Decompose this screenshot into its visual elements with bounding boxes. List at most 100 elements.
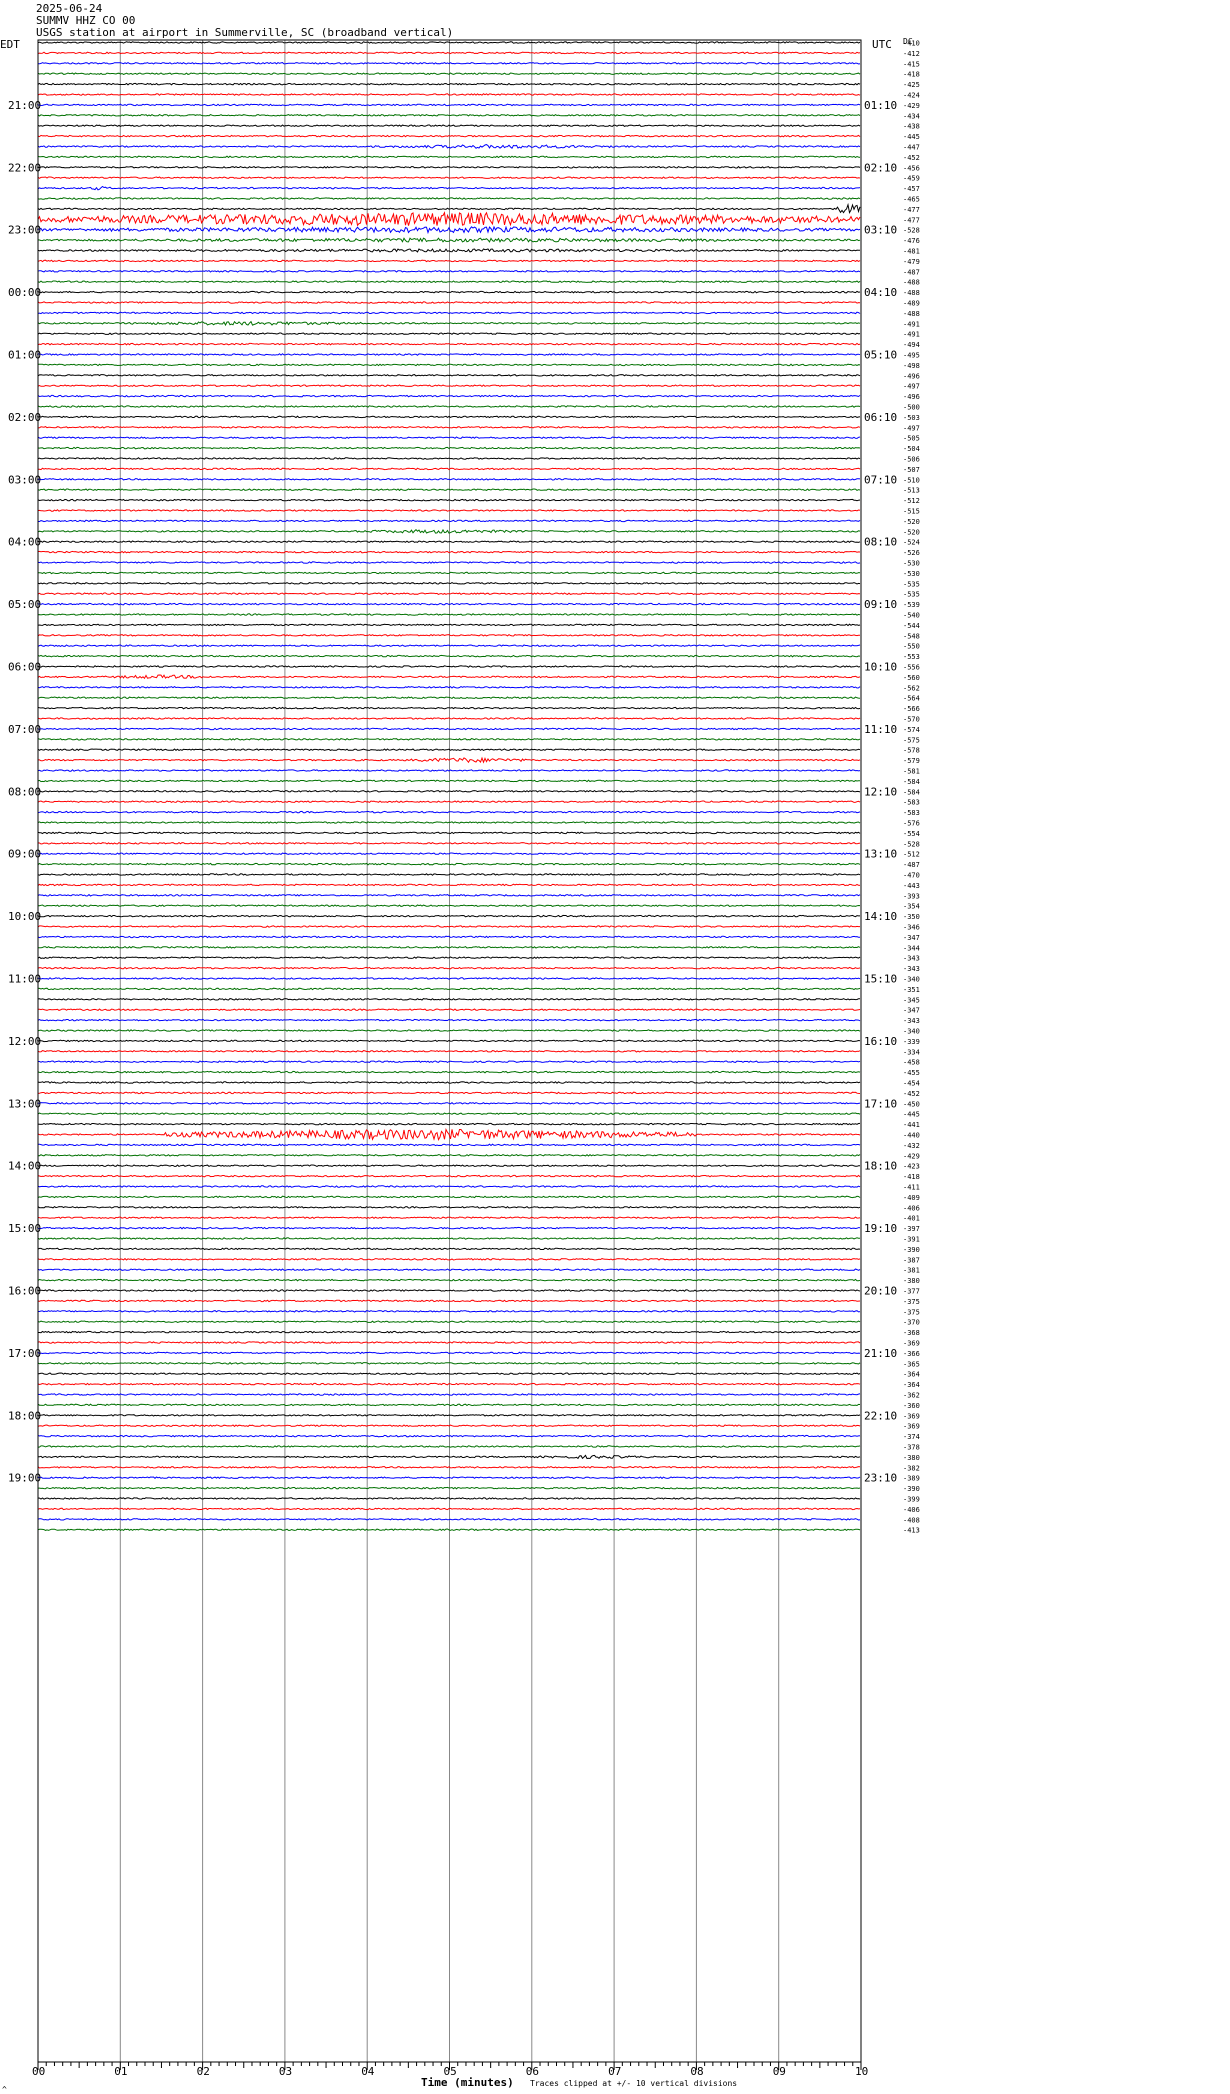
dc-offset-label: -560 bbox=[903, 674, 920, 682]
dc-offset-label: -399 bbox=[903, 1496, 920, 1504]
dc-offset-label: -374 bbox=[903, 1433, 920, 1441]
dc-offset-label: -465 bbox=[903, 196, 920, 204]
dc-offset-label: -364 bbox=[903, 1381, 920, 1389]
dc-offset-label: -583 bbox=[903, 799, 920, 807]
x-tick-label: 03 bbox=[279, 2065, 292, 2078]
dc-offset-label: -351 bbox=[903, 986, 920, 994]
clip-note: Traces clipped at +/- 10 vertical divisi… bbox=[530, 2079, 738, 2088]
left-hour-label: 10:00 bbox=[8, 910, 41, 923]
right-hour-label: 12:10 bbox=[864, 785, 897, 798]
dc-offset-label: -441 bbox=[903, 1121, 920, 1129]
dc-offset-label: -528 bbox=[903, 840, 920, 848]
dc-offset-label: -366 bbox=[903, 1350, 920, 1358]
seismogram-plot: -410 -412 -415 -418 -425 -424 -429 -434 -438 -445… bbox=[8, 39, 920, 2078]
right-hour-label: 22:10 bbox=[864, 1409, 897, 1422]
dc-offset-label: -458 bbox=[903, 1059, 920, 1067]
dc-offset-label: -470 bbox=[903, 872, 920, 880]
dc-offset-label: -443 bbox=[903, 882, 920, 890]
dc-offset-label: -515 bbox=[903, 508, 920, 516]
right-hour-label: 14:10 bbox=[864, 910, 897, 923]
x-tick-label: 08 bbox=[690, 2065, 703, 2078]
dc-offset-label: -347 bbox=[903, 1007, 920, 1015]
dc-offset-label: -381 bbox=[903, 1267, 920, 1275]
dc-offset-label: -350 bbox=[903, 913, 920, 921]
x-tick-label: 04 bbox=[361, 2065, 375, 2078]
dc-offset-label: -506 bbox=[903, 456, 920, 464]
left-hour-label: 13:00 bbox=[8, 1097, 41, 1110]
dc-offset-label: -454 bbox=[903, 1080, 920, 1088]
dc-offset-label: -406 bbox=[903, 1506, 920, 1514]
trace-row bbox=[37, 197, 861, 200]
left-hour-label: 16:00 bbox=[8, 1285, 41, 1298]
dc-offset-label: -389 bbox=[903, 1475, 920, 1483]
x-tick-label: 01 bbox=[114, 2065, 127, 2078]
dc-offset-label: -479 bbox=[903, 258, 920, 266]
left-hour-label: 19:00 bbox=[8, 1472, 41, 1485]
dc-offset-label: -390 bbox=[903, 1246, 920, 1254]
dc-offset-label: -459 bbox=[903, 175, 920, 183]
dc-offset-label: -500 bbox=[903, 404, 920, 412]
left-hour-label: 08:00 bbox=[8, 785, 41, 798]
left-hour-label: 11:00 bbox=[8, 973, 41, 986]
dc-offset-label: -377 bbox=[903, 1288, 920, 1296]
dc-offset-label: -535 bbox=[903, 580, 920, 588]
right-hour-label: 06:10 bbox=[864, 411, 897, 424]
dc-offset-label: -344 bbox=[903, 944, 920, 952]
x-tick-label: 02 bbox=[197, 2065, 210, 2078]
dc-offset-label: -513 bbox=[903, 487, 920, 495]
dc-offset-label: -476 bbox=[903, 237, 920, 245]
dc-offset-label: -447 bbox=[903, 144, 920, 152]
dc-offset-label: -370 bbox=[903, 1319, 920, 1327]
x-tick-label: 10 bbox=[855, 2065, 868, 2078]
dc-offset-label: -491 bbox=[903, 320, 920, 328]
trace-row bbox=[37, 436, 861, 440]
dc-offset-label: -576 bbox=[903, 820, 920, 828]
dc-offset-label: -556 bbox=[903, 664, 920, 672]
dc-offset-label: -401 bbox=[903, 1215, 920, 1223]
dc-offset-label: -425 bbox=[903, 81, 920, 89]
left-hour-label: 03:00 bbox=[8, 473, 41, 486]
right-hour-label: 11:10 bbox=[864, 723, 897, 736]
dc-offset-label: -340 bbox=[903, 1028, 920, 1036]
dc-offset-label: -457 bbox=[903, 185, 920, 193]
dc-offset-label: -343 bbox=[903, 1017, 920, 1025]
dc-offset-label: -354 bbox=[903, 903, 920, 911]
dc-offset-label: -391 bbox=[903, 1236, 920, 1244]
dc-offset-label: -346 bbox=[903, 924, 920, 932]
dc-offset-label: -408 bbox=[903, 1516, 920, 1524]
dc-offset-label: -491 bbox=[903, 331, 920, 339]
x-axis-title: Time (minutes) bbox=[421, 2076, 514, 2089]
dc-offset-label: -489 bbox=[903, 300, 920, 308]
dc-offset-label: -429 bbox=[903, 1152, 920, 1160]
left-hour-label: 00:00 bbox=[8, 286, 41, 299]
dc-offset-label: -583 bbox=[903, 809, 920, 817]
dc-offset-label: -445 bbox=[903, 1111, 920, 1119]
right-hour-label: 08:10 bbox=[864, 536, 897, 549]
dc-offset-label: -415 bbox=[903, 60, 920, 68]
left-hour-label: 15:00 bbox=[8, 1222, 41, 1235]
dc-offset-label: -380 bbox=[903, 1277, 920, 1285]
dc-offset-label: -530 bbox=[903, 560, 920, 568]
dc-offset-label: -550 bbox=[903, 643, 920, 651]
dc-offset-label: -362 bbox=[903, 1392, 920, 1400]
dc-offset-label: -450 bbox=[903, 1100, 920, 1108]
x-tick-label: 00 bbox=[32, 2065, 45, 2078]
dc-offset-label: -535 bbox=[903, 591, 920, 599]
left-hour-label: 01:00 bbox=[8, 349, 41, 362]
dc-offset-label: -504 bbox=[903, 445, 920, 453]
dc-offset-label: -494 bbox=[903, 341, 920, 349]
right-hour-label: 09:10 bbox=[864, 598, 897, 611]
dc-offset-label: -390 bbox=[903, 1485, 920, 1493]
left-hour-label: 18:00 bbox=[8, 1409, 41, 1422]
dc-offset-label: -495 bbox=[903, 352, 920, 360]
dc-offset-label: -564 bbox=[903, 695, 920, 703]
dc-offset-label: -496 bbox=[903, 372, 920, 380]
dc-offset-label: -423 bbox=[903, 1163, 920, 1171]
dc-offset-label: -477 bbox=[903, 206, 920, 214]
dc-offset-label: -487 bbox=[903, 861, 920, 869]
dc-offset-label: -456 bbox=[903, 164, 920, 172]
left-hour-label: 05:00 bbox=[8, 598, 41, 611]
dc-offset-label: -411 bbox=[903, 1184, 920, 1192]
dc-offset-label: -584 bbox=[903, 788, 920, 796]
left-hour-label: 09:00 bbox=[8, 848, 41, 861]
